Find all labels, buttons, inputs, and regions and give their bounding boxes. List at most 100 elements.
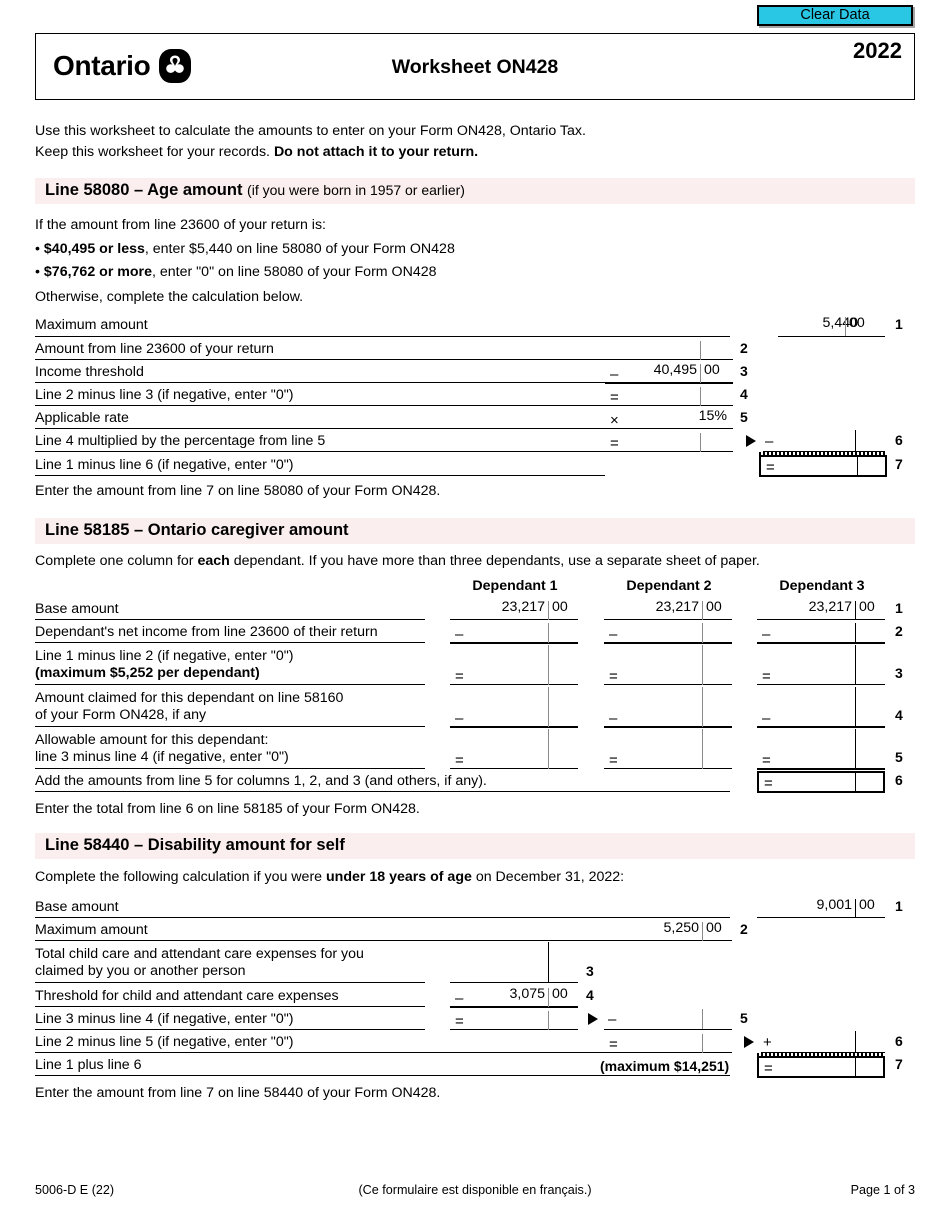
caregiver-row-2-operator-3: –: [762, 626, 771, 643]
caregiver-row-4-label-line-2: of your Form ON428, if any: [35, 707, 207, 723]
caregiver-row-5-index: 5: [895, 749, 903, 765]
age-bullet-1: • $40,495 or less, enter $5,440 on line …: [35, 241, 455, 257]
form-header: Ontario Worksheet ON428 2022: [35, 33, 915, 100]
section-title-age-amount: Line 58080 – Age amount (if you were bor…: [45, 181, 465, 200]
caregiver-row-4-operator-1: –: [455, 710, 464, 727]
section-header-disability-amount: Line 58440 – Disability amount for self: [35, 833, 915, 859]
age-row-3-operator: –: [610, 366, 619, 383]
age-row-6-carry-operator: –: [765, 433, 774, 450]
age-otherwise-text: Otherwise, complete the calculation belo…: [35, 289, 304, 305]
age-row-5-index: 5: [740, 409, 748, 425]
age-row-1-label: Maximum amount: [35, 317, 148, 333]
age-row-6-operator: =: [610, 435, 619, 452]
disability-row-2-label: Maximum amount: [35, 922, 148, 938]
clear-data-button[interactable]: Clear Data: [757, 5, 913, 26]
caregiver-instruction: Complete one column for each dependant. …: [35, 552, 760, 571]
caregiver-row-6-label: Add the amounts from line 5 for columns …: [35, 773, 487, 789]
disability-row-3-label-line-2: claimed by you or another person: [35, 963, 246, 979]
caregiver-column-header-2: Dependant 2: [626, 578, 712, 594]
disability-row-2-cents: 00: [706, 920, 722, 936]
caregiver-row-1-label: Base amount: [35, 601, 119, 617]
page-number: Page 1 of 3: [850, 1183, 915, 1197]
caregiver-row-1-cents-3: 00: [859, 599, 875, 615]
age-lead-text: If the amount from line 23600 of your re…: [35, 217, 326, 233]
age-row-4-index: 4: [740, 386, 748, 402]
disability-instruction-b: on December 31, 2022:: [471, 869, 625, 885]
caregiver-row-3-operator-2: =: [609, 668, 618, 685]
intro-line-2-bold: Do not attach it to your return.: [273, 144, 479, 160]
age-row-3-value: 40,495: [653, 362, 697, 378]
caregiver-row-3-index: 3: [895, 665, 903, 681]
caregiver-row-2-operator-1: –: [455, 626, 464, 643]
disability-row-5-label: Line 3 minus line 4 (if negative, enter …: [35, 1011, 294, 1027]
section-header-age-amount: Line 58080 – Age amount (if you were bor…: [35, 178, 915, 204]
disability-row-4-operator: –: [455, 990, 464, 1007]
caregiver-row-1-value-2: 23,217: [655, 599, 699, 615]
age-row-1-index: 1: [895, 316, 903, 332]
disability-row-6-carry-operator: +: [763, 1034, 772, 1051]
caregiver-row-2-label: Dependant's net income from line 23600 o…: [35, 624, 378, 640]
section-header-caregiver-amount: Line 58185 – Ontario caregiver amount: [35, 518, 915, 544]
disability-row-2-value: 5,250: [663, 920, 699, 936]
caregiver-row-2-index: 2: [895, 623, 903, 639]
intro-line-1: Use this worksheet to calculate the amou…: [35, 123, 586, 139]
age-row-6-label: Line 4 multiplied by the percentage from…: [35, 433, 326, 449]
disability-row-6-operator: =: [609, 1036, 618, 1053]
caregiver-row-4-index: 4: [895, 707, 903, 723]
caregiver-row-3-operator-3: =: [762, 668, 771, 685]
disability-instruction-a: Complete the following calculation if yo…: [35, 869, 326, 885]
caregiver-row-3-label-line-2: (maximum $5,252 per dependant): [35, 665, 260, 681]
age-bullet-2-rest: , enter "0" on line 58080 of your Form O…: [151, 264, 437, 280]
section-title-disability-amount: Line 58440 – Disability amount for self: [45, 836, 345, 854]
age-row-2-index: 2: [740, 340, 748, 356]
age-row-5-operator: ×: [610, 412, 619, 429]
intro-line-2: Keep this worksheet for your records. Do…: [35, 142, 915, 163]
caregiver-row-6-index: 6: [895, 772, 903, 788]
tax-year: 2022: [853, 38, 902, 63]
disability-maximum-note: (maximum $14,251): [600, 1058, 730, 1074]
caregiver-column-header-1: Dependant 1: [472, 578, 558, 594]
disability-row-3-index: 3: [586, 963, 594, 979]
disability-row-2-index: 2: [740, 921, 748, 937]
disability-row-5-carry-arrow: [588, 1013, 598, 1025]
caregiver-instruction-bold: each: [197, 553, 230, 569]
disability-row-1-cents: 00: [859, 897, 875, 913]
age-total-operator: =: [766, 459, 775, 476]
age-row-1-cents: 00: [849, 315, 865, 331]
intro-text: Use this worksheet to calculate the amou…: [35, 121, 915, 163]
age-row-6-carry-arrow: [746, 435, 756, 447]
disability-row-5-index: 5: [740, 1010, 748, 1026]
disability-row-6-index: 6: [895, 1033, 903, 1049]
caregiver-row-1-value-3: 23,217: [808, 599, 852, 615]
disability-row-5-carry-operator: –: [608, 1011, 617, 1028]
disability-instruction: Complete the following calculation if yo…: [35, 868, 624, 887]
disability-row-1-label: Base amount: [35, 899, 119, 915]
caregiver-row-3-operator-1: =: [455, 668, 464, 685]
disability-instruction-bold: under 18 years of age: [326, 869, 472, 885]
disability-row-1-value: 9,001: [816, 897, 852, 913]
caregiver-instruction-b: dependant. If you have more than three d…: [229, 553, 760, 569]
age-row-4-label: Line 2 minus line 3 (if negative, enter …: [35, 387, 294, 403]
section-title-text: Line 58080 – Age amount: [45, 181, 243, 199]
caregiver-row-5-operator-1: =: [455, 752, 464, 769]
age-row-5-value: 15%: [698, 408, 727, 424]
disability-row-4-cents: 00: [552, 986, 568, 1002]
caregiver-row-5-operator-3: =: [762, 752, 771, 769]
age-closing-text: Enter the amount from line 7 on line 580…: [35, 483, 441, 499]
caregiver-row-4-operator-2: –: [609, 710, 618, 727]
age-bullet-2-bold: $76,762 or more: [43, 264, 152, 280]
intro-line-2-plain: Keep this worksheet for your records.: [35, 144, 274, 160]
age-row-4-operator: =: [610, 389, 619, 406]
age-bullet-2: • $76,762 or more, enter "0" on line 580…: [35, 264, 437, 280]
age-bullet-1-bold: $40,495 or less: [43, 241, 145, 257]
age-bullet-1-rest: , enter $5,440 on line 58080 of your For…: [144, 241, 455, 257]
caregiver-row-5-label-line-2: line 3 minus line 4 (if negative, enter …: [35, 749, 289, 765]
disability-total-operator: =: [764, 1060, 773, 1077]
disability-row-6-carry-arrow: [744, 1036, 754, 1048]
age-total-box[interactable]: =: [759, 455, 887, 477]
disability-total-box[interactable]: =: [757, 1056, 885, 1078]
caregiver-total-box[interactable]: =: [757, 771, 885, 793]
caregiver-row-1-index: 1: [895, 600, 903, 616]
caregiver-row-5-operator-2: =: [609, 752, 618, 769]
caregiver-instruction-a: Complete one column for: [35, 553, 198, 569]
